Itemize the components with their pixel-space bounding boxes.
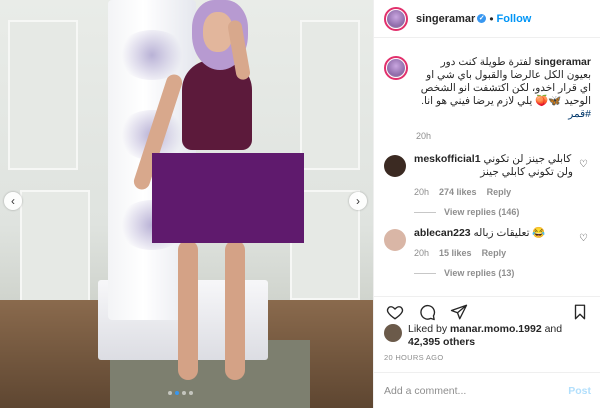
avatar[interactable] [384, 155, 406, 177]
avatar[interactable] [384, 56, 408, 80]
heart-icon [386, 305, 404, 320]
carousel-next-button[interactable]: › [349, 192, 367, 210]
heart-icon[interactable]: ♡ [579, 159, 591, 197]
comment-username[interactable]: meskofficial1 [414, 153, 481, 165]
post-photo[interactable]: ‹ › [0, 0, 373, 408]
liked-by-and: and [544, 323, 563, 335]
post-username[interactable]: singeramar ✓ [416, 13, 487, 25]
follow-button[interactable]: Follow [497, 13, 532, 25]
censor-block [152, 153, 304, 243]
add-comment-bar: Post [374, 372, 600, 408]
comment-item: meskofficial1 كابلي جينز لن تكوني ولن تك… [374, 153, 600, 197]
comment-time: 20h [414, 248, 430, 258]
comment-username[interactable]: ablecan223 [414, 227, 471, 239]
wall-panel [8, 20, 78, 170]
verified-badge-icon: ✓ [477, 14, 487, 24]
post-timestamp[interactable]: 20 HOURS AGO [384, 353, 443, 362]
reply-button[interactable]: Reply [487, 187, 512, 197]
comment-username-row: ablecan223 تعليقات زباله 😂 [414, 227, 573, 240]
comment-likes[interactable]: 15 likes [439, 248, 472, 258]
liked-by-prefix: Liked by [408, 323, 448, 335]
comment-text: تعليقات زباله 😂 [473, 227, 546, 239]
heart-icon[interactable]: ♡ [579, 233, 591, 258]
like-button[interactable] [384, 301, 406, 323]
view-replies-label: View replies (146) [444, 207, 520, 217]
carousel-prev-button[interactable]: ‹ [4, 192, 22, 210]
caption-username[interactable]: singeramar [534, 56, 591, 68]
bookmark-icon [574, 304, 586, 319]
divider [414, 211, 436, 213]
liked-by-others[interactable]: 42,395 others [408, 336, 475, 348]
carousel-dot [175, 391, 179, 395]
carousel-dot [168, 391, 172, 395]
likes-summary: Liked by manar.momo.1992 and 42,395 othe… [384, 323, 562, 349]
comments-list[interactable]: singeramar لفترة طويلة كنت دور بعيون الك… [374, 46, 600, 308]
chevron-right-icon: › [356, 194, 360, 208]
action-bar [374, 296, 600, 326]
carousel-dot [189, 391, 193, 395]
chevron-left-icon: ‹ [11, 194, 15, 208]
caption: singeramar لفترة طويلة كنت دور بعيون الك… [374, 56, 600, 141]
view-replies-label: View replies (13) [444, 268, 515, 278]
avatar[interactable] [384, 324, 402, 342]
comment-text: كابلي جينز لن تكوني [483, 153, 572, 165]
avatar[interactable] [384, 6, 408, 31]
view-replies-button[interactable]: View replies (146) [414, 207, 600, 217]
comment-time: 20h [414, 187, 430, 197]
save-button[interactable] [569, 301, 591, 323]
liked-by-user[interactable]: manar.momo.1992 [450, 323, 542, 335]
caption-time: 20h [416, 131, 432, 141]
share-button[interactable] [448, 301, 470, 323]
comment-text: ولن تكوني كابلي جينز [480, 166, 573, 178]
figure-leg [225, 240, 245, 380]
comment-likes[interactable]: 274 likes [439, 187, 477, 197]
carousel-dots [168, 391, 193, 395]
avatar[interactable] [384, 229, 406, 251]
reply-button[interactable]: Reply [482, 248, 507, 258]
comment-username-row: meskofficial1 كابلي جينز لن تكوني [414, 153, 573, 166]
comment-button[interactable] [416, 301, 438, 323]
post-comment-button[interactable]: Post [568, 385, 591, 397]
comment-input[interactable] [384, 384, 569, 397]
separator: • [489, 11, 494, 26]
comment-bubble-icon [420, 304, 436, 320]
post-sidebar: singeramar ✓ • Follow singeramar لفترة طو… [373, 0, 600, 408]
wall-panel [300, 20, 360, 170]
caption-text: singeramar لفترة طويلة كنت دور بعيون الك… [416, 56, 591, 121]
carousel-dot [182, 391, 186, 395]
divider [414, 272, 436, 274]
view-replies-button[interactable]: View replies (13) [414, 268, 600, 278]
hashtag-link[interactable]: #قمر [568, 108, 591, 120]
paper-plane-icon [450, 304, 468, 319]
comment-item: ablecan223 تعليقات زباله 😂 20h 15 likes … [374, 227, 600, 258]
post-header: singeramar ✓ • Follow [374, 0, 600, 38]
figure-leg [178, 240, 198, 380]
